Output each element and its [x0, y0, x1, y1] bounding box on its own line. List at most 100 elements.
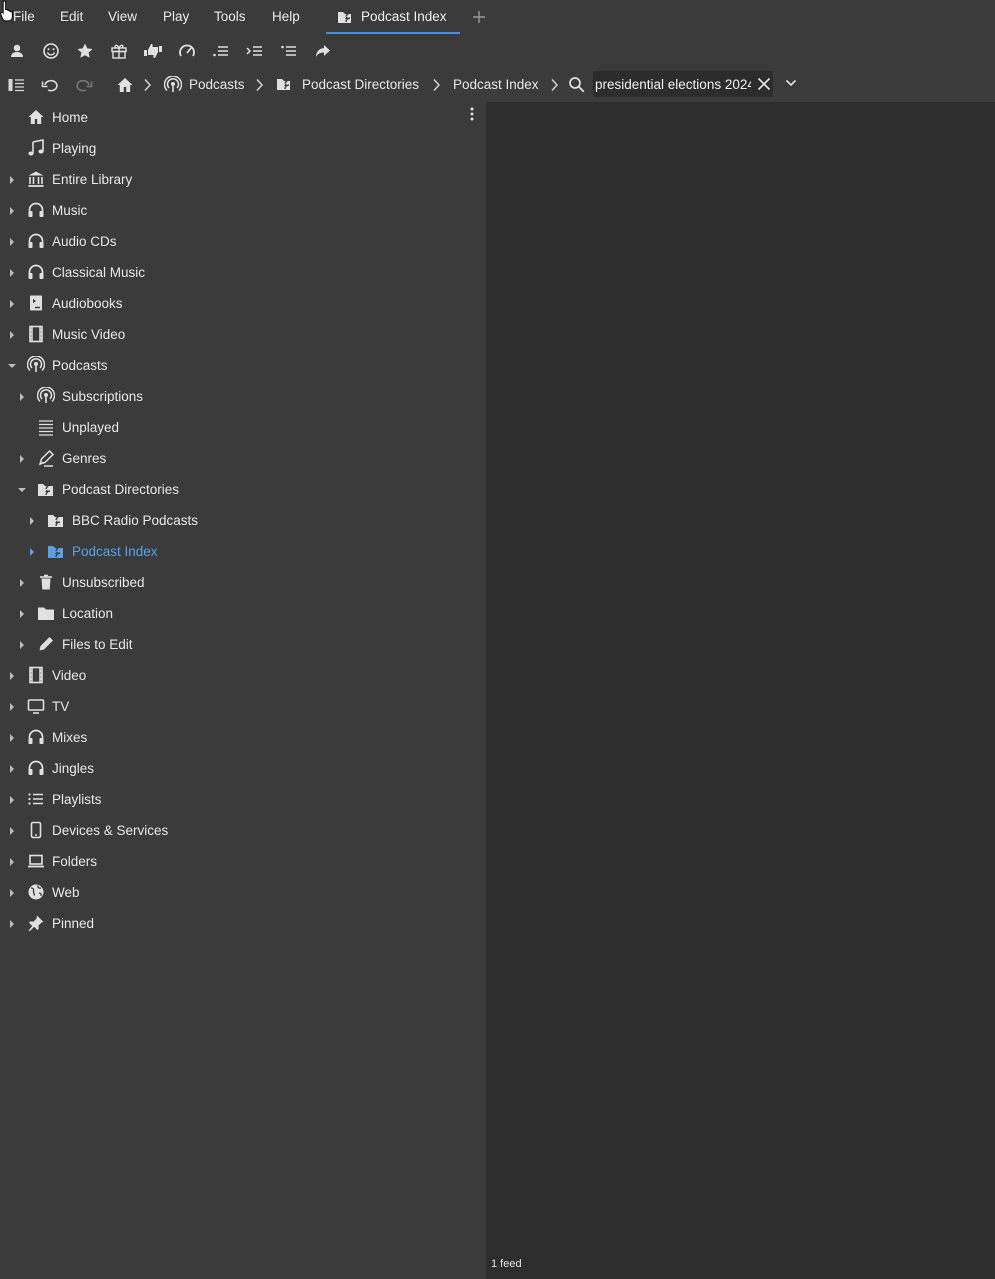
menu-file[interactable]: File	[13, 9, 35, 24]
sidebar-item-unplayed[interactable]: Unplayed	[0, 412, 484, 443]
sidebar-item-folders[interactable]: Folders	[0, 846, 484, 877]
sidebar-item-label: Genres	[62, 451, 107, 466]
expand-arrow-icon[interactable]	[18, 578, 26, 588]
sidebar-item-home[interactable]: Home	[0, 102, 484, 133]
sidebar-item-label: Classical Music	[52, 265, 146, 280]
expand-arrow-icon[interactable]	[18, 640, 26, 650]
sidebar-item-subscriptions[interactable]: Subscriptions	[0, 381, 484, 412]
sidebar-item-bbc-radio-podcasts[interactable]: BBC Radio Podcasts	[0, 505, 484, 536]
sidebar-item-music[interactable]: Music	[0, 195, 484, 226]
expand-arrow-icon[interactable]	[8, 175, 16, 185]
sidebar-item-web[interactable]: Web	[0, 877, 484, 908]
sidebar-item-files-to-edit[interactable]: Files to Edit	[0, 629, 484, 660]
search-icon[interactable]	[568, 76, 586, 94]
breadcrumb-podcast-index[interactable]: Podcast Index	[453, 77, 539, 92]
sidebar-item-jingles[interactable]: Jingles	[0, 753, 484, 784]
sidebar-item-label: BBC Radio Podcasts	[72, 513, 199, 528]
sidebar-item-mixes[interactable]: Mixes	[0, 722, 484, 753]
sidebar-item-podcasts[interactable]: Podcasts	[0, 350, 484, 381]
plus-icon[interactable]	[471, 9, 487, 25]
expand-arrow-icon[interactable]	[8, 857, 16, 867]
sidebar-item-podcast-index[interactable]: Podcast Index	[0, 536, 484, 567]
expand-arrow-icon[interactable]	[8, 299, 16, 309]
sidebar-item-tv[interactable]: TV	[0, 691, 484, 722]
headphones-icon	[27, 759, 45, 777]
home-icon	[27, 108, 45, 126]
star-icon[interactable]	[76, 42, 94, 60]
expand-arrow-icon[interactable]	[18, 609, 26, 619]
expand-arrow-icon[interactable]	[8, 268, 16, 278]
sidebar-item-audiobooks[interactable]: Audiobooks	[0, 288, 484, 319]
expand-arrow-icon[interactable]	[8, 206, 16, 216]
expand-arrow-icon[interactable]	[8, 330, 16, 340]
expand-arrow-icon[interactable]	[8, 795, 16, 805]
person-icon[interactable]	[8, 42, 26, 60]
sidebar-item-label: TV	[52, 699, 70, 714]
menu-view[interactable]: View	[108, 9, 137, 24]
toolbar	[0, 34, 995, 68]
collapse-arrow-icon[interactable]	[7, 362, 17, 370]
menu-play[interactable]: Play	[163, 9, 189, 24]
sidebar-toggle-icon[interactable]	[7, 76, 25, 94]
sidebar-item-music-video[interactable]: Music Video	[0, 319, 484, 350]
menu-edit[interactable]: Edit	[60, 9, 83, 24]
breadcrumb-podcasts[interactable]: Podcasts	[189, 77, 245, 92]
status-text: 1 feed	[491, 1258, 522, 1270]
sidebar-item-genres[interactable]: Genres	[0, 443, 484, 474]
search-input[interactable]: presidential elections 2024	[595, 77, 751, 92]
queue-next-icon[interactable]	[212, 42, 230, 60]
content-pane[interactable]	[486, 102, 995, 1279]
chevron-down-icon[interactable]	[785, 78, 797, 88]
expand-arrow-icon[interactable]	[8, 733, 16, 743]
expand-arrow-icon[interactable]	[8, 888, 16, 898]
breadcrumb-podcast-directories[interactable]: Podcast Directories	[302, 77, 419, 92]
tab-podcast-index[interactable]: Podcast Index	[326, 0, 460, 34]
podcast-icon	[27, 356, 45, 374]
queue-add-icon[interactable]	[246, 42, 264, 60]
expand-arrow-icon[interactable]	[28, 516, 36, 526]
sidebar-item-classical-music[interactable]: Classical Music	[0, 257, 484, 288]
sidebar-item-entire-library[interactable]: Entire Library	[0, 164, 484, 195]
home-icon[interactable]	[116, 76, 134, 94]
expand-arrow-icon[interactable]	[8, 671, 16, 681]
menu-help[interactable]: Help	[272, 9, 300, 24]
thumbs-icon[interactable]	[143, 42, 162, 60]
search-box[interactable]: presidential elections 2024	[593, 71, 773, 97]
close-icon[interactable]	[757, 77, 771, 91]
sidebar-item-label: Playlists	[52, 792, 102, 807]
expand-arrow-icon[interactable]	[8, 764, 16, 774]
share-icon[interactable]	[314, 42, 332, 60]
sidebar-item-label: Video	[52, 668, 87, 683]
expand-arrow-icon[interactable]	[28, 547, 36, 557]
collapse-arrow-icon[interactable]	[17, 486, 27, 494]
sidebar-item-devices-services[interactable]: Devices & Services	[0, 815, 484, 846]
expand-arrow-icon[interactable]	[18, 392, 26, 402]
sidebar-item-pinned[interactable]: Pinned	[0, 908, 484, 939]
expand-arrow-icon[interactable]	[8, 826, 16, 836]
sidebar-item-playing[interactable]: Playing	[0, 133, 484, 164]
sidebar-item-label: Mixes	[52, 730, 88, 745]
sidebar-item-audio-cds[interactable]: Audio CDs	[0, 226, 484, 257]
queue-last-icon[interactable]	[280, 42, 298, 60]
expand-arrow-icon[interactable]	[8, 237, 16, 247]
expand-arrow-icon[interactable]	[8, 919, 16, 929]
smiley-icon[interactable]	[42, 42, 60, 60]
pen-tag-icon	[37, 449, 55, 467]
gift-icon[interactable]	[110, 42, 128, 60]
menu-tools[interactable]: Tools	[214, 9, 246, 24]
gauge-icon[interactable]	[178, 42, 196, 60]
sidebar-item-label: Subscriptions	[62, 389, 144, 404]
sidebar-item-label: Audio CDs	[52, 234, 117, 249]
expand-arrow-icon[interactable]	[8, 702, 16, 712]
podcast-folder-icon	[47, 542, 65, 560]
expand-arrow-icon[interactable]	[18, 454, 26, 464]
redo-icon[interactable]	[75, 76, 93, 94]
undo-icon[interactable]	[41, 76, 59, 94]
sidebar-item-playlists[interactable]: Playlists	[0, 784, 484, 815]
podcast-icon	[37, 387, 55, 405]
sidebar-item-video[interactable]: Video	[0, 660, 484, 691]
sidebar-item-unsubscribed[interactable]: Unsubscribed	[0, 567, 484, 598]
sidebar-item-location[interactable]: Location	[0, 598, 484, 629]
playlist-icon	[27, 790, 45, 808]
sidebar-item-podcast-directories[interactable]: Podcast Directories	[0, 474, 484, 505]
